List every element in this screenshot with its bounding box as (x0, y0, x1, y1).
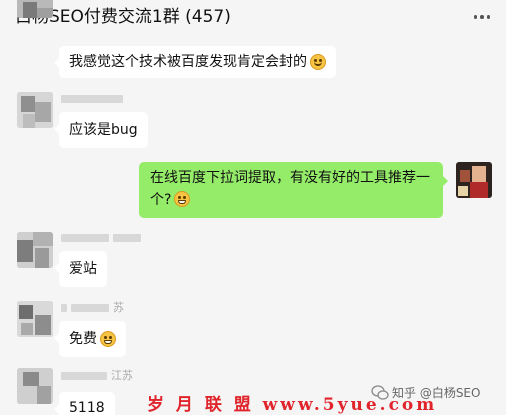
grin-emoji-icon (100, 331, 116, 347)
avatar[interactable] (17, 0, 53, 18)
smile-emoji-icon (310, 54, 326, 70)
message-text: 我感觉这个技术被百度发现肯定会封的 (69, 54, 307, 70)
avatar[interactable] (17, 92, 53, 128)
sender-nickname (61, 232, 141, 244)
more-dots-icon[interactable] (470, 8, 494, 26)
message-text: 爱站 (69, 261, 97, 277)
chat-header: 白杨SEO付费交流1群 (457) (0, 0, 506, 36)
message-bubble[interactable]: 应该是bug (54, 112, 148, 148)
wechat-like-icon (371, 384, 389, 402)
message-text: 5118 (69, 400, 105, 415)
sender-nickname: 苏 (61, 302, 124, 314)
sender-nickname: 江苏 (61, 370, 133, 382)
zhihu-watermark-text: 知乎 @白杨SEO (392, 386, 481, 400)
my-message-bubble[interactable]: 在线百度下拉词提取，有没有好的工具推荐一个? (139, 162, 448, 218)
message-bubble[interactable]: 5118 (54, 392, 115, 415)
zhihu-watermark: 知乎 @白杨SEO (371, 383, 480, 403)
avatar[interactable] (17, 301, 53, 337)
message-text: 在线百度下拉词提取，有没有好的工具推荐一个? (150, 167, 433, 211)
message-text: 免费 (69, 331, 97, 347)
avatar[interactable] (17, 368, 53, 404)
message-text-content: 在线百度下拉词提取，有没有好的工具推荐一个? (150, 170, 430, 208)
avatar[interactable] (17, 232, 53, 268)
sender-location: 苏 (113, 301, 124, 314)
sender-location: 江苏 (111, 369, 133, 382)
sender-nickname (61, 93, 123, 105)
my-avatar[interactable] (456, 162, 492, 198)
message-bubble[interactable]: 爱站 (54, 251, 107, 287)
message-bubble[interactable]: 免费 (54, 321, 126, 357)
message-text: 应该是bug (69, 122, 138, 138)
grin-emoji-icon (174, 191, 191, 207)
message-bubble[interactable]: 我感觉这个技术被百度发现肯定会封的 (54, 46, 336, 78)
